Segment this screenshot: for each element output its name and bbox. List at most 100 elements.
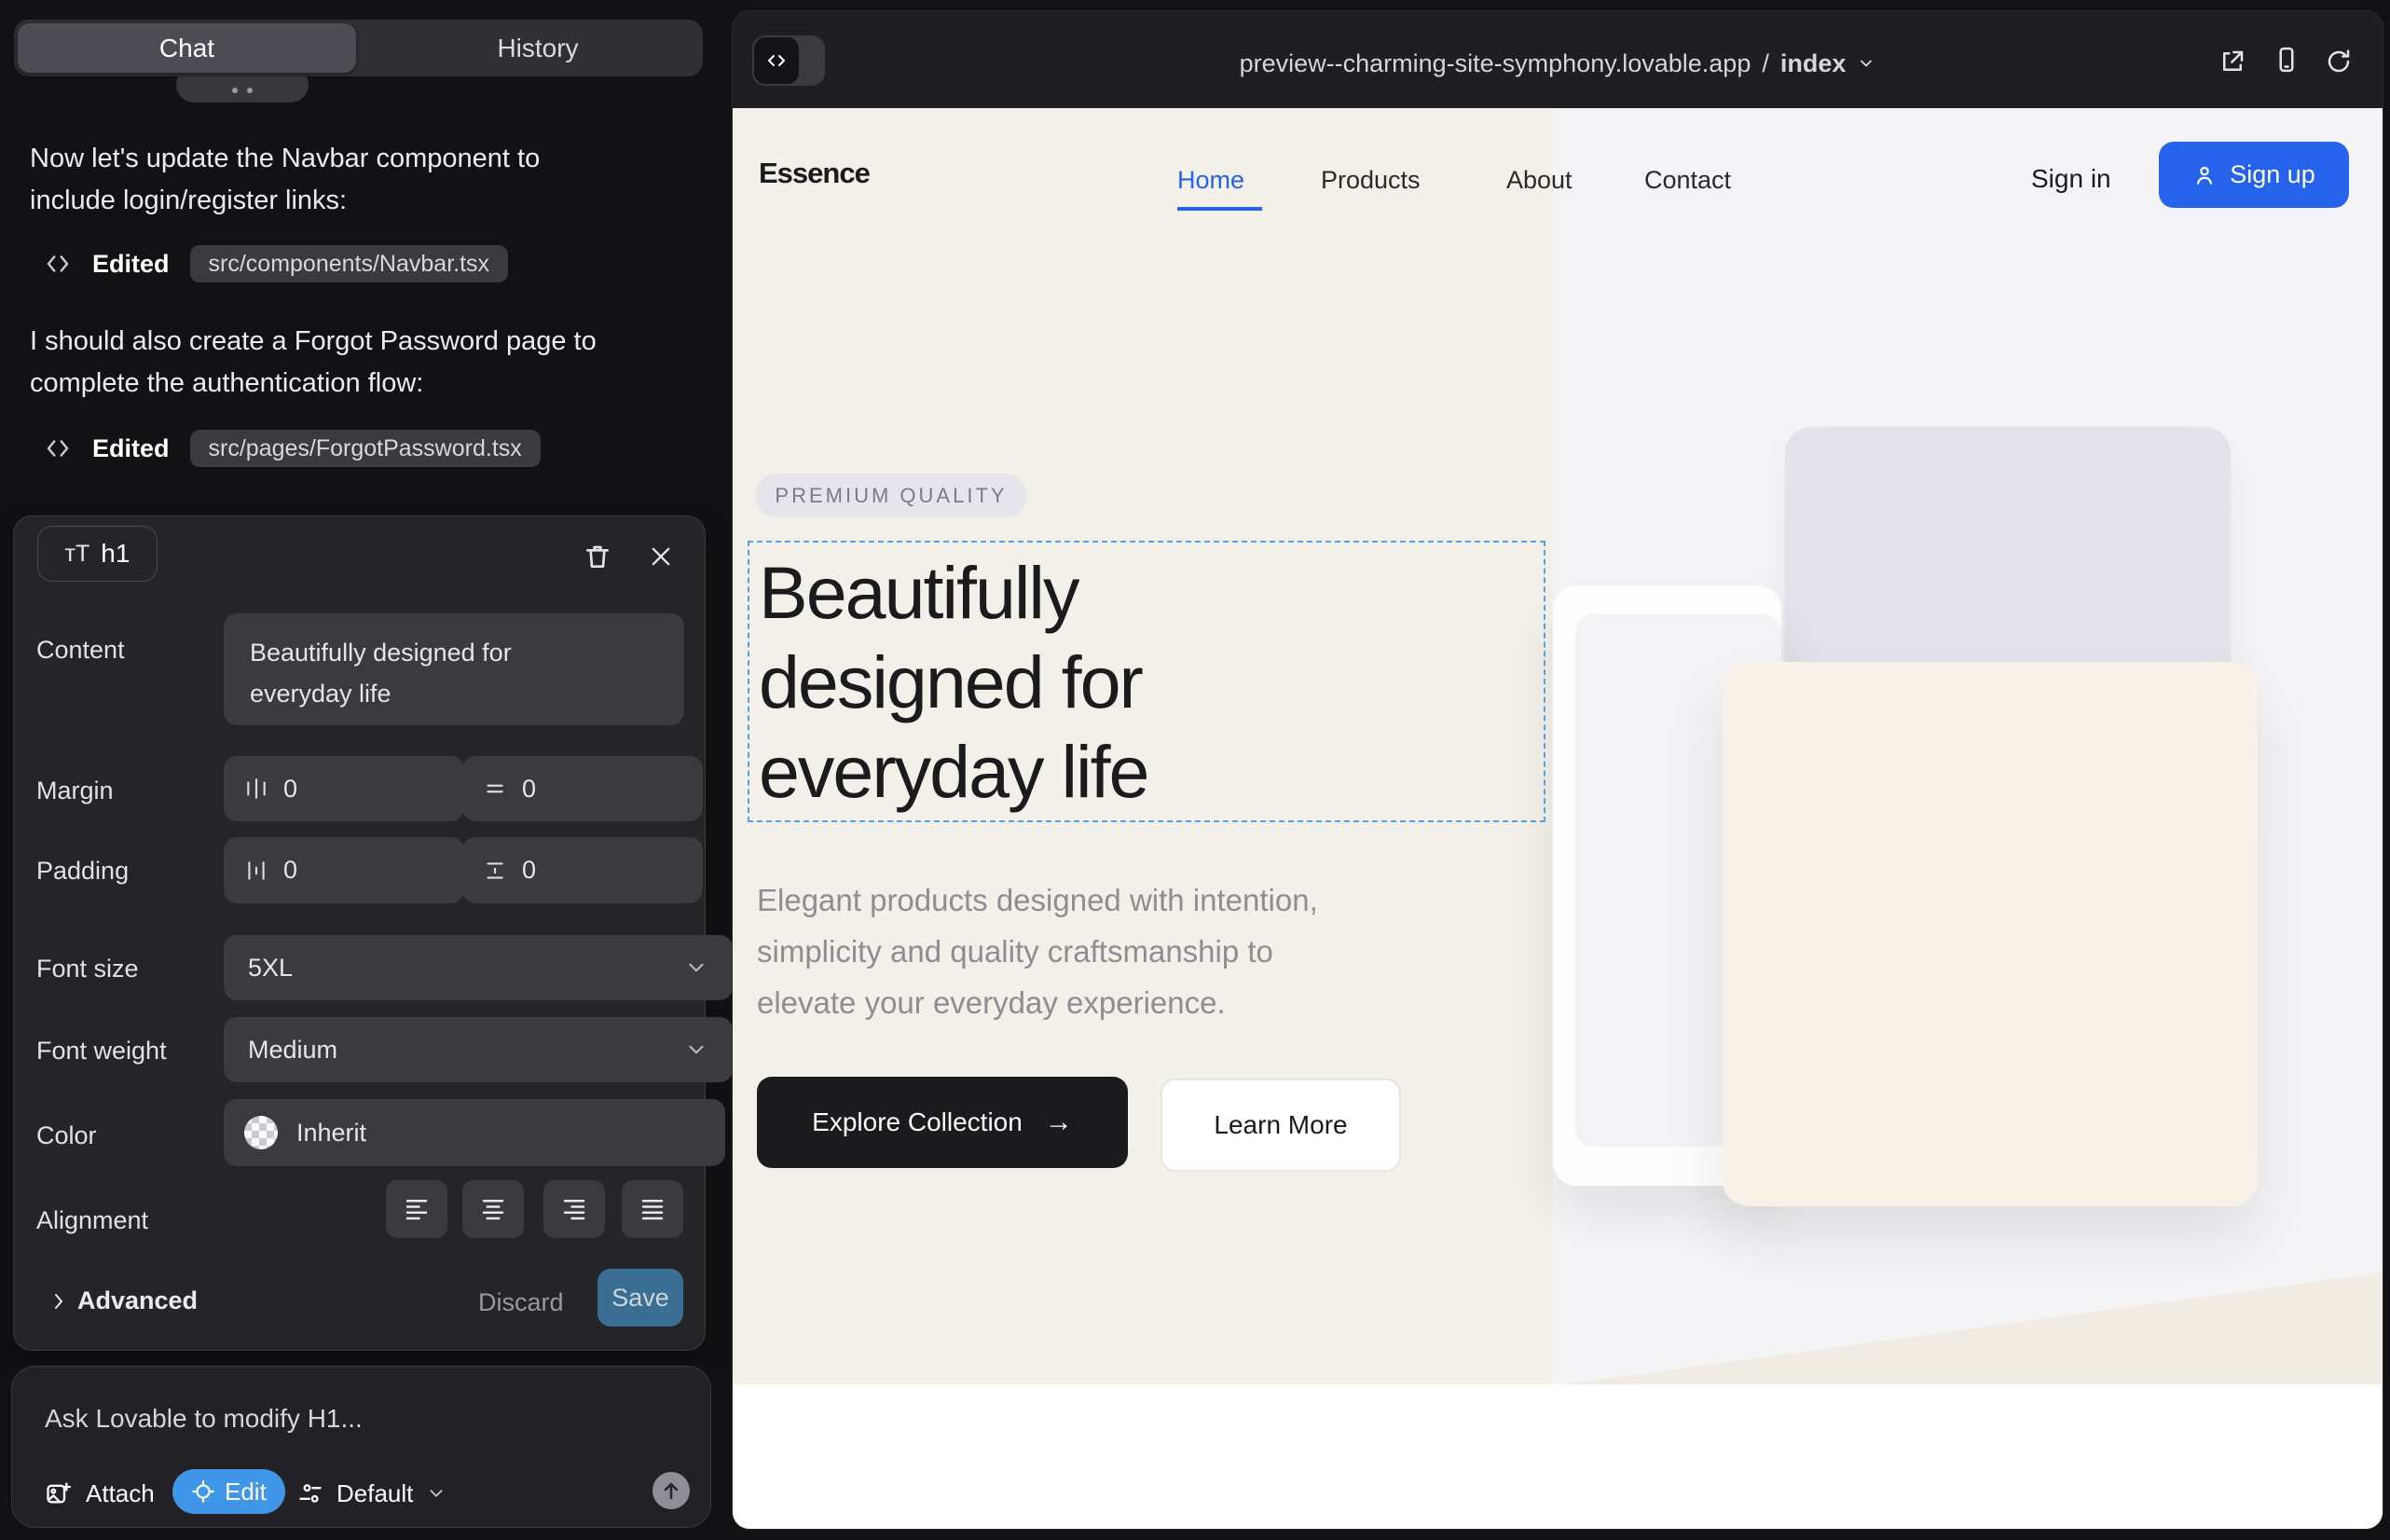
signup-label: Sign up xyxy=(2230,160,2315,189)
margin-y-input[interactable]: 0 xyxy=(462,756,703,821)
chat-message: I should also create a Forgot Password p… xyxy=(30,321,701,405)
font-size-label: Font size xyxy=(36,955,139,983)
tab-history-label: History xyxy=(497,34,578,63)
edited-file-row: Edited src/pages/ForgotPassword.tsx xyxy=(44,430,541,467)
nav-link-about[interactable]: About xyxy=(1506,166,1573,195)
chat-history-tabs: Chat History xyxy=(14,20,703,76)
hero-heading-line: Beautifully xyxy=(759,548,1148,638)
explore-collection-button[interactable]: Explore Collection → xyxy=(757,1077,1128,1168)
font-weight-value: Medium xyxy=(248,1036,337,1065)
hero-heading[interactable]: Beautifully designed for everyday life xyxy=(759,548,1148,817)
chevron-down-icon xyxy=(684,1038,708,1062)
save-button[interactable]: Save xyxy=(598,1269,683,1327)
tab-chat[interactable]: Chat xyxy=(18,23,356,73)
signin-link[interactable]: Sign in xyxy=(2031,164,2111,194)
padding-x-input[interactable]: 0 xyxy=(224,837,464,903)
attach-button[interactable]: Attach xyxy=(45,1473,155,1514)
chat-message-line: I should also create a Forgot Password p… xyxy=(30,321,701,363)
font-weight-label: Font weight xyxy=(36,1037,167,1066)
edit-label: Edit xyxy=(225,1478,267,1506)
code-icon xyxy=(44,250,72,278)
app-root: Chat History Now let's update the Navbar… xyxy=(0,0,2390,1540)
element-tag-pill: тT h1 xyxy=(37,526,158,582)
padding-label: Padding xyxy=(36,857,129,886)
mode-select[interactable]: Default xyxy=(297,1473,446,1514)
hero-heading-line: designed for xyxy=(759,638,1148,727)
padding-horizontal-icon xyxy=(244,859,268,883)
margin-x-value: 0 xyxy=(283,775,297,804)
site-canvas: Essence Home Products About Contact Sign… xyxy=(733,108,2383,1529)
font-weight-select[interactable]: Medium xyxy=(224,1017,733,1082)
user-icon xyxy=(2192,163,2217,187)
target-icon xyxy=(191,1479,215,1504)
element-tag-label: h1 xyxy=(101,539,130,569)
url-page: index xyxy=(1780,49,1847,78)
edited-label: Edited xyxy=(92,434,170,463)
color-select[interactable]: Inherit xyxy=(224,1099,725,1166)
hero-paragraph-line: elevate your everyday experience. xyxy=(757,977,1318,1028)
nav-link-products[interactable]: Products xyxy=(1321,166,1421,195)
signup-button[interactable]: Sign up xyxy=(2159,142,2349,208)
content-label: Content xyxy=(36,636,125,665)
padding-x-value: 0 xyxy=(283,856,297,885)
chat-message: Now let's update the Navbar component to… xyxy=(30,138,701,222)
scrolled-chip-dots xyxy=(232,88,238,93)
edited-file-row: Edited src/components/Navbar.tsx xyxy=(44,245,508,282)
attach-image-icon xyxy=(45,1480,71,1506)
nav-home-underline xyxy=(1177,207,1262,211)
chat-message-line: include login/register links: xyxy=(30,180,701,222)
close-icon[interactable] xyxy=(648,543,674,570)
sliders-icon xyxy=(297,1480,323,1506)
align-left-button[interactable] xyxy=(386,1180,447,1238)
margin-horizontal-icon xyxy=(244,777,268,801)
content-text-line: Beautifully designed for xyxy=(250,632,512,673)
arrow-right-icon: → xyxy=(1045,1107,1073,1138)
site-logo[interactable]: Essence xyxy=(759,157,870,190)
nav-link-contact[interactable]: Contact xyxy=(1644,166,1731,195)
align-center-button[interactable] xyxy=(462,1180,524,1238)
content-text-line: everyday life xyxy=(250,673,512,714)
attach-label: Attach xyxy=(86,1479,155,1508)
font-size-value: 5XL xyxy=(248,954,293,983)
hero-paragraph-line: simplicity and quality craftsmanship to xyxy=(757,926,1318,977)
margin-label: Margin xyxy=(36,777,114,805)
trash-icon[interactable] xyxy=(583,542,612,571)
color-value: Inherit xyxy=(296,1119,366,1148)
decor-cream-card xyxy=(1723,662,2258,1206)
send-button[interactable] xyxy=(652,1472,690,1509)
margin-x-input[interactable]: 0 xyxy=(224,756,464,821)
learn-more-button[interactable]: Learn More xyxy=(1161,1079,1401,1172)
font-size-select[interactable]: 5XL xyxy=(224,935,733,1000)
element-inspector-panel: тT h1 Content Beautifully designed for e… xyxy=(13,516,706,1351)
discard-button[interactable]: Discard xyxy=(478,1288,564,1317)
hero-paragraph: Elegant products designed with intention… xyxy=(757,874,1318,1028)
chevron-down-icon xyxy=(1857,54,1875,73)
padding-y-input[interactable]: 0 xyxy=(462,837,703,903)
url-separator: / xyxy=(1762,49,1769,78)
edit-mode-button[interactable]: Edit xyxy=(172,1469,285,1514)
composer-input[interactable]: Ask Lovable to modify H1... xyxy=(45,1404,363,1434)
url-bar[interactable]: preview--charming-site-symphony.lovable.… xyxy=(733,47,2383,80)
margin-y-value: 0 xyxy=(522,775,536,804)
premium-badge: PREMIUM QUALITY xyxy=(755,474,1027,517)
nav-link-home[interactable]: Home xyxy=(1177,166,1244,195)
edited-file-chip[interactable]: src/pages/ForgotPassword.tsx xyxy=(190,430,541,467)
refresh-icon[interactable] xyxy=(2325,48,2353,76)
tab-history[interactable]: History xyxy=(373,20,703,76)
edited-file-chip[interactable]: src/components/Navbar.tsx xyxy=(190,245,509,282)
hero-heading-line: everyday life xyxy=(759,727,1148,817)
content-textarea[interactable]: Beautifully designed for everyday life xyxy=(224,613,684,725)
padding-vertical-icon xyxy=(483,859,507,883)
open-external-icon[interactable] xyxy=(2218,48,2246,76)
advanced-toggle[interactable]: Advanced xyxy=(77,1286,198,1315)
color-label: Color xyxy=(36,1121,97,1150)
chat-sidebar: Chat History Now let's update the Navbar… xyxy=(0,0,727,1540)
preview-pane: preview--charming-site-symphony.lovable.… xyxy=(733,11,2383,1529)
align-justify-button[interactable] xyxy=(622,1180,683,1238)
scrolled-chip-dots xyxy=(247,88,253,93)
chevron-down-icon xyxy=(426,1483,446,1504)
align-right-button[interactable] xyxy=(543,1180,605,1238)
mobile-view-icon[interactable] xyxy=(2273,46,2301,74)
section-below-hero xyxy=(733,1384,2383,1529)
code-icon xyxy=(44,434,72,462)
